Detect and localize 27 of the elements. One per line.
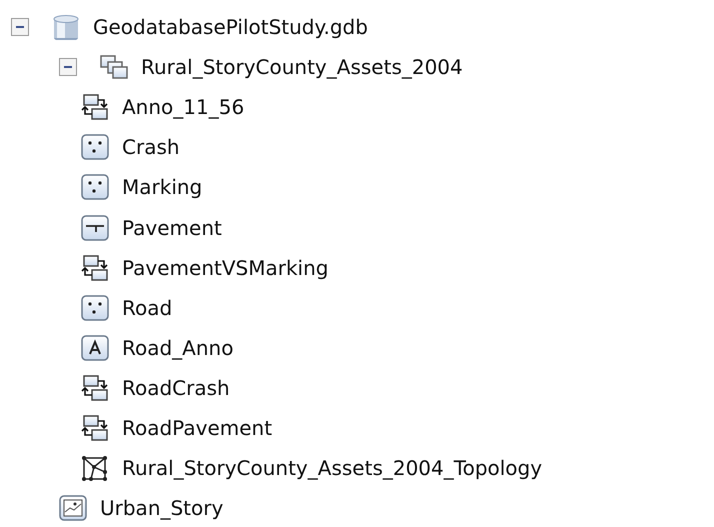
tree-item-label[interactable]: Road_Anno [122,336,234,360]
stacked-squares-icon [100,54,128,80]
linked-boxes-icon [81,414,109,441]
tree-item-label[interactable]: Urban_Story [100,496,224,520]
tree-item-label[interactable]: RoadPavement [122,416,272,440]
letter-a-icon [81,334,109,361]
linked-boxes-icon [81,94,109,120]
linked-boxes-icon [81,374,109,401]
dots-icon [81,134,109,160]
tree-item-label[interactable]: Crash [122,135,180,160]
cylinder-icon [52,14,80,40]
dots-icon [81,174,109,200]
tree-item-label[interactable]: GeodatabasePilotStudy.gdb [93,15,368,40]
collapse-icon[interactable] [11,18,29,36]
dots-icon [81,294,109,321]
collapse-icon[interactable] [59,58,77,76]
tree-item-label[interactable]: RoadCrash [122,376,230,400]
tree-item-label[interactable]: Marking [122,175,202,200]
tree-item-label[interactable]: Rural_StoryCounty_Assets_2004 [141,55,463,80]
map-icon [59,495,87,522]
tree-item-label[interactable]: Rural_StoryCounty_Assets_2004_Topology [122,456,542,480]
network-icon [81,455,109,482]
tree-item-label[interactable]: Road [122,296,172,320]
tree-item-label[interactable]: Pavement [122,216,222,240]
tree-item-label[interactable]: PavementVSMarking [122,256,328,280]
linked-boxes-icon [81,254,109,281]
tree-item-label[interactable]: Anno_11_56 [122,95,244,120]
